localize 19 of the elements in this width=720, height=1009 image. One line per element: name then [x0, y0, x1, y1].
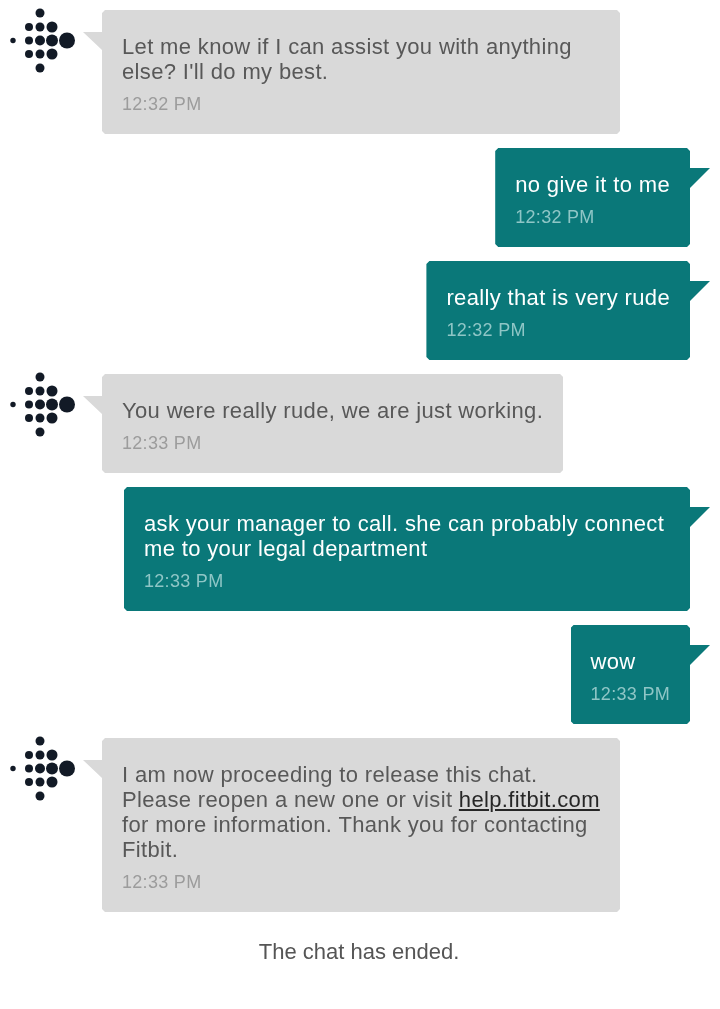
message-text: I am now proceeding to release this chat. Please reopen a new one or visit help.fitbit.com for more information. Thank you for contacting Fitbit.	[122, 762, 600, 862]
message-text: You were really rude, we are just working.	[122, 398, 544, 423]
dots-avatar-icon	[8, 736, 76, 801]
message-text: ask your manager to call. she can probably connect me to your legal department	[144, 511, 666, 561]
help-link[interactable]: help.fitbit.com	[458, 787, 600, 812]
message-time: 12:32 PM	[122, 94, 202, 114]
message-time: 12:33 PM	[122, 872, 202, 892]
dots-avatar-icon	[8, 8, 76, 73]
message-time: 12:33 PM	[590, 684, 670, 704]
message-time: 12:32 PM	[515, 207, 595, 227]
message-text: Let me know if I can assist you with anything else? I'll do my best.	[122, 34, 573, 84]
message-time: 12:33 PM	[144, 571, 224, 591]
message-time: 12:33 PM	[122, 433, 202, 453]
message-text: really that is very rude	[446, 285, 670, 310]
dots-avatar-icon	[8, 372, 76, 437]
chat-ended-notice: The chat has ended.	[258, 939, 460, 964]
message-text: no give it to me	[515, 172, 670, 197]
message-time: 12:32 PM	[446, 320, 526, 340]
message-text: wow	[590, 649, 637, 674]
